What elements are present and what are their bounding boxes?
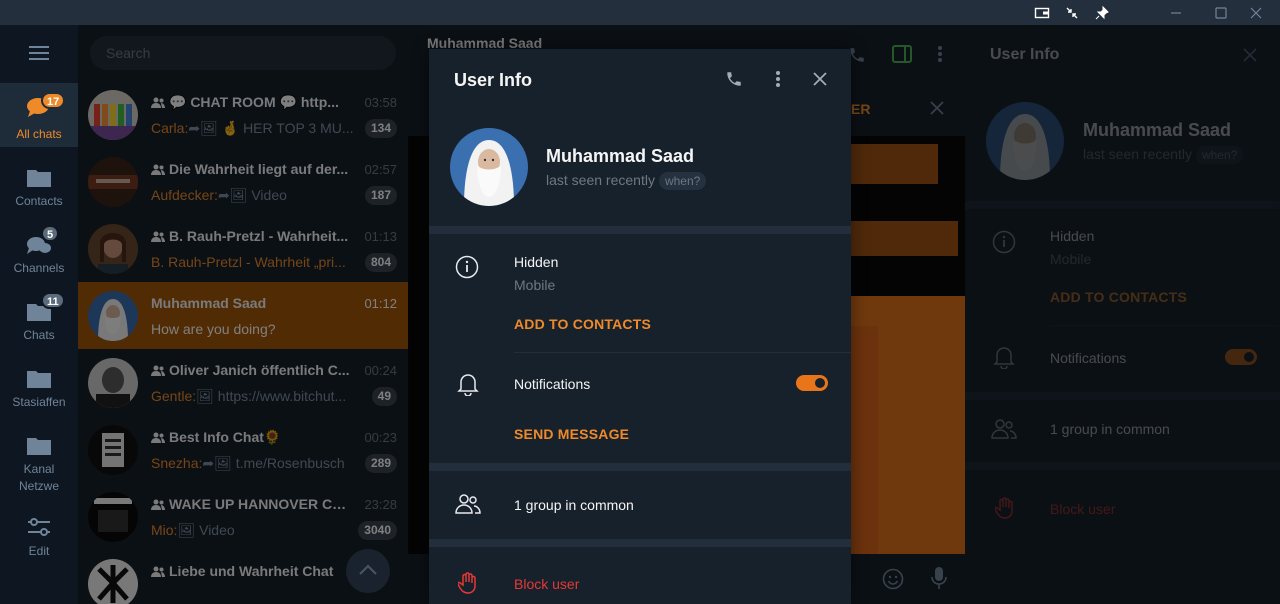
folder-icon xyxy=(26,167,52,189)
menu-icon[interactable] xyxy=(28,45,50,61)
folder-label: All chats xyxy=(16,127,62,141)
groups-in-common[interactable]: 1 group in common xyxy=(514,497,634,513)
notifications-label: Notifications xyxy=(514,376,591,392)
chevron-up-icon xyxy=(358,563,378,577)
close-icon[interactable] xyxy=(813,72,827,86)
profile-avatar[interactable] xyxy=(450,128,528,206)
dialog-title: User Info xyxy=(454,70,533,90)
phone-subtitle: Mobile xyxy=(514,277,556,293)
when-button[interactable]: when? xyxy=(658,172,707,190)
window-close-icon[interactable] xyxy=(1248,5,1264,21)
title-bar xyxy=(0,0,1280,25)
folder-all-chats[interactable]: 17 All chats xyxy=(0,83,78,147)
notifications-toggle[interactable] xyxy=(796,375,828,391)
folder-stasiaffen[interactable]: Stasiaffen xyxy=(0,351,78,415)
send-message-button[interactable]: SEND MESSAGE xyxy=(514,426,629,442)
phone-title: Hidden xyxy=(514,254,559,270)
shrink-icon[interactable] xyxy=(1064,5,1080,21)
bell-icon xyxy=(457,372,479,396)
more-icon[interactable] xyxy=(775,70,781,88)
unread-badge: 17 xyxy=(41,92,66,109)
folder-icon xyxy=(26,368,52,390)
add-to-contacts-button[interactable]: ADD TO CONTACTS xyxy=(514,316,651,332)
wallet-icon[interactable] xyxy=(1034,5,1050,21)
folders-sidebar: 17 All chats Contacts 5 Channels 11 Chat… xyxy=(0,25,78,604)
folder-icon xyxy=(26,435,52,457)
folder-label: Channels xyxy=(13,261,65,275)
pin-icon[interactable] xyxy=(1094,5,1110,21)
group-icon xyxy=(455,493,481,515)
folder-edit[interactable]: Edit xyxy=(0,502,78,566)
hand-stop-icon xyxy=(458,572,478,594)
folder-chats[interactable]: 11 Chats xyxy=(0,284,78,348)
user-info-dialog: User Info Muhammad Saad last seen recent… xyxy=(429,49,851,604)
folder-label: Chats xyxy=(23,328,55,342)
maximize-icon[interactable] xyxy=(1213,5,1229,21)
folder-label: Contacts xyxy=(15,194,63,208)
folder-label: Edit xyxy=(28,544,50,558)
scroll-up-button[interactable] xyxy=(346,549,390,593)
minimize-icon[interactable] xyxy=(1168,5,1184,21)
sliders-icon xyxy=(26,516,52,538)
folder-label: Kanal Netzwe xyxy=(18,462,59,493)
block-user-button[interactable]: Block user xyxy=(514,576,579,592)
unread-badge: 5 xyxy=(41,225,60,242)
folder-channels[interactable]: 5 Channels xyxy=(0,217,78,281)
phone-icon[interactable] xyxy=(725,70,743,88)
last-seen-status: last seen recently xyxy=(546,172,655,188)
info-icon xyxy=(455,255,479,279)
unread-badge: 11 xyxy=(41,292,65,309)
folder-contacts[interactable]: Contacts xyxy=(0,150,78,214)
folder-label: Stasiaffen xyxy=(12,395,66,409)
folder-kanal-netzwe[interactable]: Kanal Netzwe xyxy=(0,418,78,498)
profile-name: Muhammad Saad xyxy=(546,146,695,166)
